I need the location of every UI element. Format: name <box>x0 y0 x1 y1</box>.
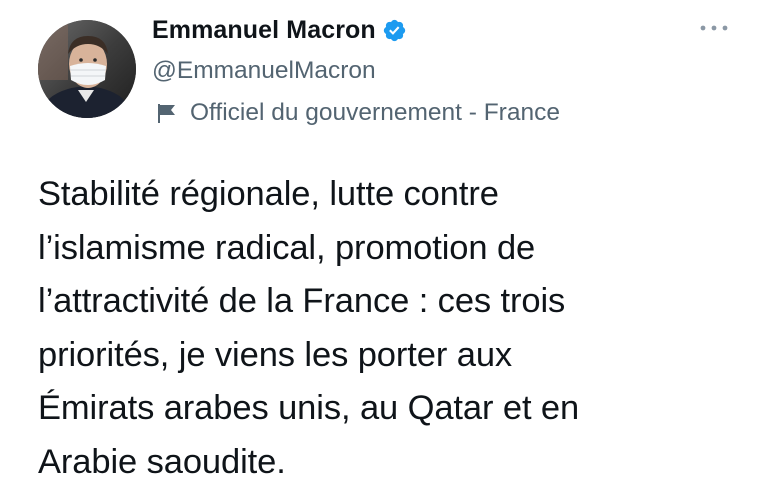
display-name[interactable]: Emmanuel Macron <box>152 16 376 45</box>
profile-photo <box>38 20 136 118</box>
flag-icon <box>156 102 178 124</box>
name-row: Emmanuel Macron <box>152 10 672 50</box>
more-options-icon <box>699 24 729 32</box>
handle[interactable]: @EmmanuelMacron <box>152 52 672 90</box>
avatar[interactable] <box>38 20 136 118</box>
more-options-button[interactable] <box>696 18 732 38</box>
government-label-row: Officiel du gouvernement - France <box>152 93 672 133</box>
tweet-header: Emmanuel Macron @EmmanuelMacron Officiel… <box>152 10 672 133</box>
government-label: Officiel du gouvernement - France <box>190 99 560 126</box>
tweet-text: Stabilité régionale, lutte contre l’isla… <box>38 175 580 481</box>
verified-badge-icon <box>382 18 407 43</box>
tweet-card: Emmanuel Macron @EmmanuelMacron Officiel… <box>0 0 768 504</box>
